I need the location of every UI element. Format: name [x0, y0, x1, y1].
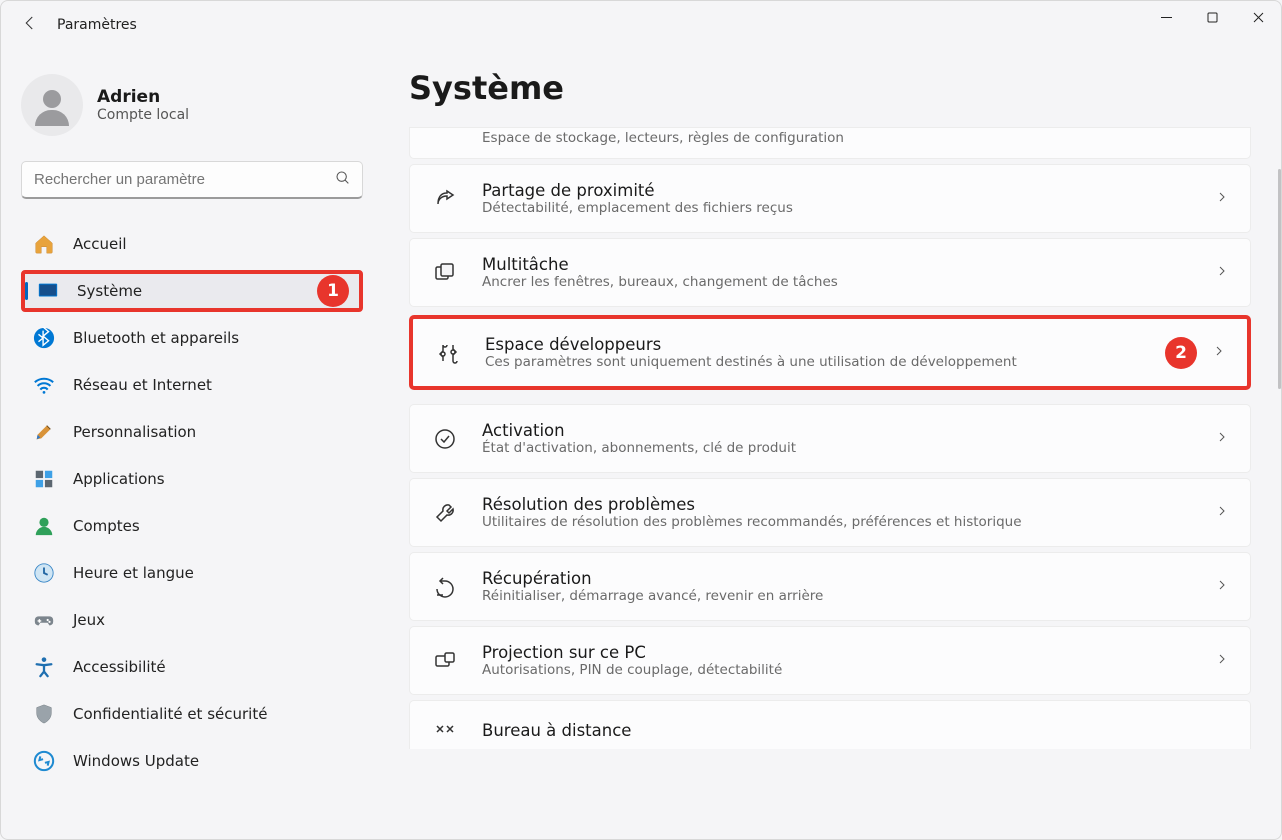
accessibility-icon	[33, 656, 55, 678]
chevron-right-icon	[1216, 579, 1228, 595]
nav-label: Réseau et Internet	[73, 376, 212, 394]
search-box	[21, 161, 363, 199]
windows-update-icon	[33, 750, 55, 772]
user-account-type: Compte local	[97, 107, 189, 123]
card-title: Espace développeurs	[485, 335, 1213, 354]
nav-label: Accueil	[73, 235, 127, 253]
card-projecting[interactable]: Projection sur ce PC Autorisations, PIN …	[409, 626, 1251, 695]
nav-apps[interactable]: Applications	[21, 458, 363, 500]
time-language-icon	[33, 562, 55, 584]
nav-label: Système	[77, 282, 142, 300]
card-title: Partage de proximité	[482, 181, 1216, 200]
chevron-right-icon	[1216, 431, 1228, 447]
chevron-right-icon	[1216, 191, 1228, 207]
scrollbar[interactable]	[1278, 169, 1281, 389]
nav-label: Comptes	[73, 517, 140, 535]
card-sub: Détectabilité, emplacement des fichiers …	[482, 200, 1216, 216]
nav-label: Accessibilité	[73, 658, 166, 676]
multitask-icon	[432, 260, 458, 286]
minimize-button[interactable]	[1143, 1, 1189, 33]
card-sub: Ancrer les fenêtres, bureaux, changement…	[482, 274, 1216, 290]
nav-bluetooth[interactable]: Bluetooth et appareils	[21, 317, 363, 359]
back-button[interactable]	[21, 14, 39, 37]
nav-system[interactable]: Système 1	[21, 270, 363, 312]
card-title: Résolution des problèmes	[482, 495, 1216, 514]
card-activation[interactable]: Activation État d'activation, abonnement…	[409, 404, 1251, 473]
page-title: Système	[409, 69, 1251, 107]
card-sub: Autorisations, PIN de couplage, détectab…	[482, 662, 1216, 678]
apps-icon	[33, 468, 55, 490]
nav-label: Confidentialité et sécurité	[73, 705, 267, 723]
chevron-right-icon	[1216, 265, 1228, 281]
card-sub: Espace de stockage, lecteurs, règles de …	[432, 130, 844, 146]
personalization-icon	[33, 421, 55, 443]
nav-label: Heure et langue	[73, 564, 194, 582]
search-icon[interactable]	[335, 170, 351, 190]
card-for-developers[interactable]: Espace développeurs Ces paramètres sont …	[409, 315, 1251, 390]
avatar	[21, 74, 83, 136]
nav-label: Bluetooth et appareils	[73, 329, 239, 347]
annotation-badge-2: 2	[1165, 337, 1197, 369]
wrench-icon	[432, 500, 458, 526]
card-title: Projection sur ce PC	[482, 643, 1216, 662]
bluetooth-icon	[33, 327, 55, 349]
card-recovery[interactable]: Récupération Réinitialiser, démarrage av…	[409, 552, 1251, 621]
card-sub: Ces paramètres sont uniquement destinés …	[485, 354, 1213, 370]
user-block[interactable]: Adrien Compte local	[21, 74, 363, 136]
nav-windows-update[interactable]: Windows Update	[21, 740, 363, 782]
nav-label: Windows Update	[73, 752, 199, 770]
nav-home[interactable]: Accueil	[21, 223, 363, 265]
home-icon	[33, 233, 55, 255]
nav-label: Personnalisation	[73, 423, 196, 441]
card-remote-desktop[interactable]: Bureau à distance	[409, 700, 1251, 749]
card-troubleshoot[interactable]: Résolution des problèmes Utilitaires de …	[409, 478, 1251, 547]
share-icon	[432, 186, 458, 212]
chevron-right-icon	[1216, 505, 1228, 521]
window-controls	[1143, 1, 1281, 33]
card-sub: Utilitaires de résolution des problèmes …	[482, 514, 1216, 530]
card-title: Activation	[482, 421, 1216, 440]
recovery-icon	[432, 574, 458, 600]
nav-accounts[interactable]: Comptes	[21, 505, 363, 547]
nav-privacy[interactable]: Confidentialité et sécurité	[21, 693, 363, 735]
nav-personalization[interactable]: Personnalisation	[21, 411, 363, 453]
card-nearby-sharing[interactable]: Partage de proximité Détectabilité, empl…	[409, 164, 1251, 233]
search-input[interactable]	[21, 161, 363, 199]
user-name: Adrien	[97, 87, 189, 107]
navigation-list: Accueil Système 1 Bluetooth et appareils…	[21, 223, 363, 787]
accounts-icon	[33, 515, 55, 537]
card-multitasking[interactable]: Multitâche Ancrer les fenêtres, bureaux,…	[409, 238, 1251, 307]
card-title: Multitâche	[482, 255, 1216, 274]
card-title: Bureau à distance	[482, 721, 1228, 740]
annotation-badge-1: 1	[317, 275, 349, 307]
remote-desktop-icon	[432, 717, 458, 743]
nav-label: Applications	[73, 470, 165, 488]
gaming-icon	[33, 609, 55, 631]
close-button[interactable]	[1235, 1, 1281, 33]
nav-accessibility[interactable]: Accessibilité	[21, 646, 363, 688]
card-sub: Réinitialiser, démarrage avancé, revenir…	[482, 588, 1216, 604]
maximize-button[interactable]	[1189, 1, 1235, 33]
chevron-right-icon	[1216, 653, 1228, 669]
card-storage[interactable]: Espace de stockage, lecteurs, règles de …	[409, 127, 1251, 159]
card-title: Récupération	[482, 569, 1216, 588]
nav-label: Jeux	[73, 611, 105, 629]
network-icon	[33, 374, 55, 396]
privacy-icon	[33, 703, 55, 725]
chevron-right-icon	[1213, 345, 1225, 361]
titlebar: Paramètres	[1, 1, 1281, 49]
app-title: Paramètres	[57, 17, 137, 33]
sidebar: Adrien Compte local Accueil Système 1 B	[1, 49, 381, 839]
card-sub: État d'activation, abonnements, clé de p…	[482, 440, 1216, 456]
nav-network[interactable]: Réseau et Internet	[21, 364, 363, 406]
content-area: Système Espace de stockage, lecteurs, rè…	[381, 49, 1281, 839]
system-icon	[37, 280, 59, 302]
projection-icon	[432, 648, 458, 674]
activation-icon	[432, 426, 458, 452]
dev-tools-icon	[435, 340, 461, 366]
nav-time-language[interactable]: Heure et langue	[21, 552, 363, 594]
nav-gaming[interactable]: Jeux	[21, 599, 363, 641]
